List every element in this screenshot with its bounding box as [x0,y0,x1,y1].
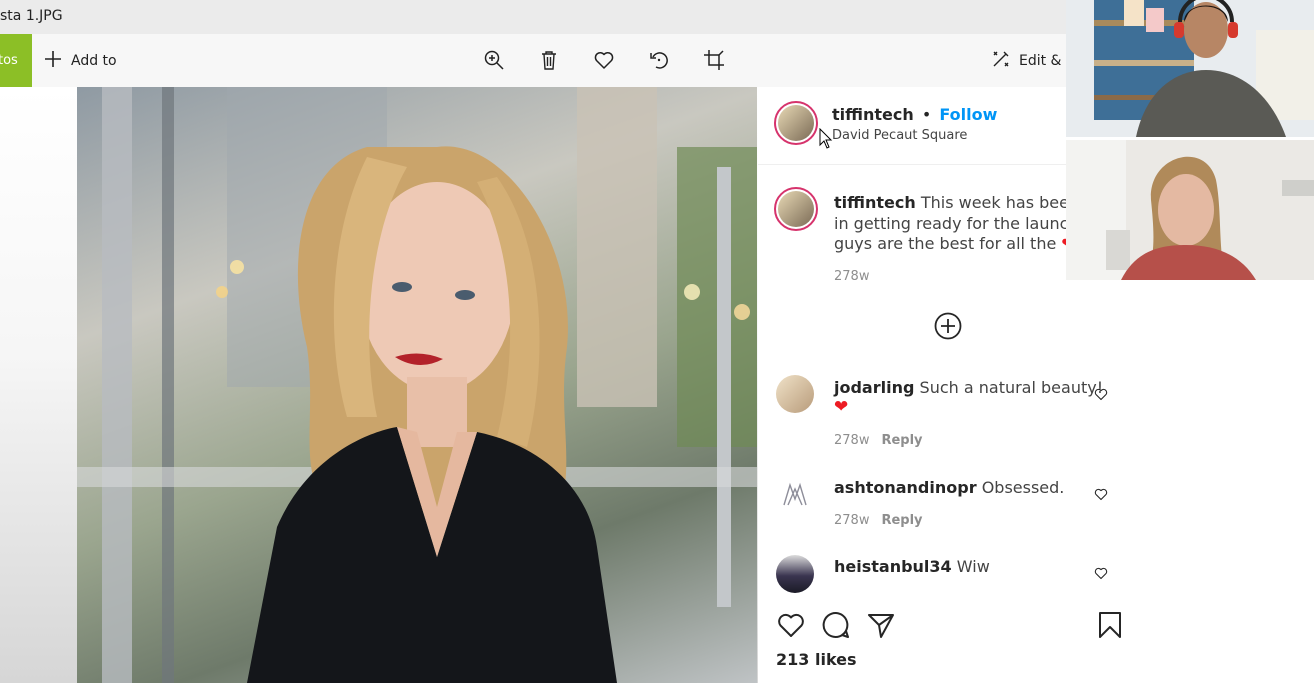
comment-1-meta: 278w Reply [834,433,923,448]
crop-icon[interactable] [703,49,725,71]
likes-count: 213 likes [776,650,857,669]
comment-1: jodarling Such a natural beauty! [834,378,1104,397]
comment-username-1[interactable]: jodarling [834,378,914,397]
post-author-avatar[interactable] [774,101,818,145]
caption-username[interactable]: tiffintech [834,193,916,212]
follow-button[interactable]: Follow [939,105,997,124]
video-tile-1 [1066,0,1314,137]
add-to-label: Add to [71,53,117,69]
caption-line-3: guys are the best for all the ❤ [834,233,1075,254]
share-icon[interactable] [866,610,896,640]
favorite-icon[interactable] [593,49,615,71]
add-to-button[interactable]: Add to [44,49,117,73]
like-comment-icon-1[interactable] [1094,386,1108,401]
post-location[interactable]: David Pecaut Square [832,125,967,146]
post-photo [77,87,757,683]
delete-icon[interactable] [538,49,560,71]
comment-1-emoji: ❤ [834,397,849,417]
comment-username-2[interactable]: ashtonandinopr [834,478,977,497]
like-comment-icon-2[interactable] [1094,486,1108,501]
post-header: tiffintech • Follow [832,104,997,125]
header-separator: • [921,105,932,124]
like-comment-icon-3[interactable] [1094,565,1108,580]
comment-icon[interactable] [821,610,851,640]
comment-2: ashtonandinopr Obsessed. [834,478,1065,497]
photos-button[interactable]: tos [0,34,32,87]
rotate-icon[interactable] [648,49,670,71]
post-author-username[interactable]: tiffintech [832,105,914,124]
add-comments-icon[interactable] [934,312,962,340]
bookmark-icon[interactable] [1095,610,1125,640]
caption-avatar[interactable] [774,187,818,231]
video-tile-2 [1066,140,1314,280]
edit-create-button[interactable]: Edit & C [991,49,1076,73]
zoom-in-icon[interactable] [483,49,505,71]
comment-avatar-1[interactable] [776,375,814,413]
comment-avatar-3[interactable] [776,555,814,593]
mouse-pointer-icon [819,128,833,149]
comment-3: heistanbul34 Wiw [834,557,990,576]
add-icon [44,50,62,72]
reply-button-2[interactable]: Reply [881,513,922,528]
comment-2-meta: 278w Reply [834,513,923,528]
like-icon[interactable] [776,610,806,640]
reply-button-1[interactable]: Reply [881,433,922,448]
edit-icon [991,49,1011,73]
comment-avatar-2[interactable] [776,475,814,513]
window-title: sta 1.JPG [0,8,63,24]
caption-line-2: in getting ready for the launch 🎉 [834,213,1104,234]
comment-username-3[interactable]: heistanbul34 [834,557,952,576]
caption-age: 278w [834,269,870,284]
